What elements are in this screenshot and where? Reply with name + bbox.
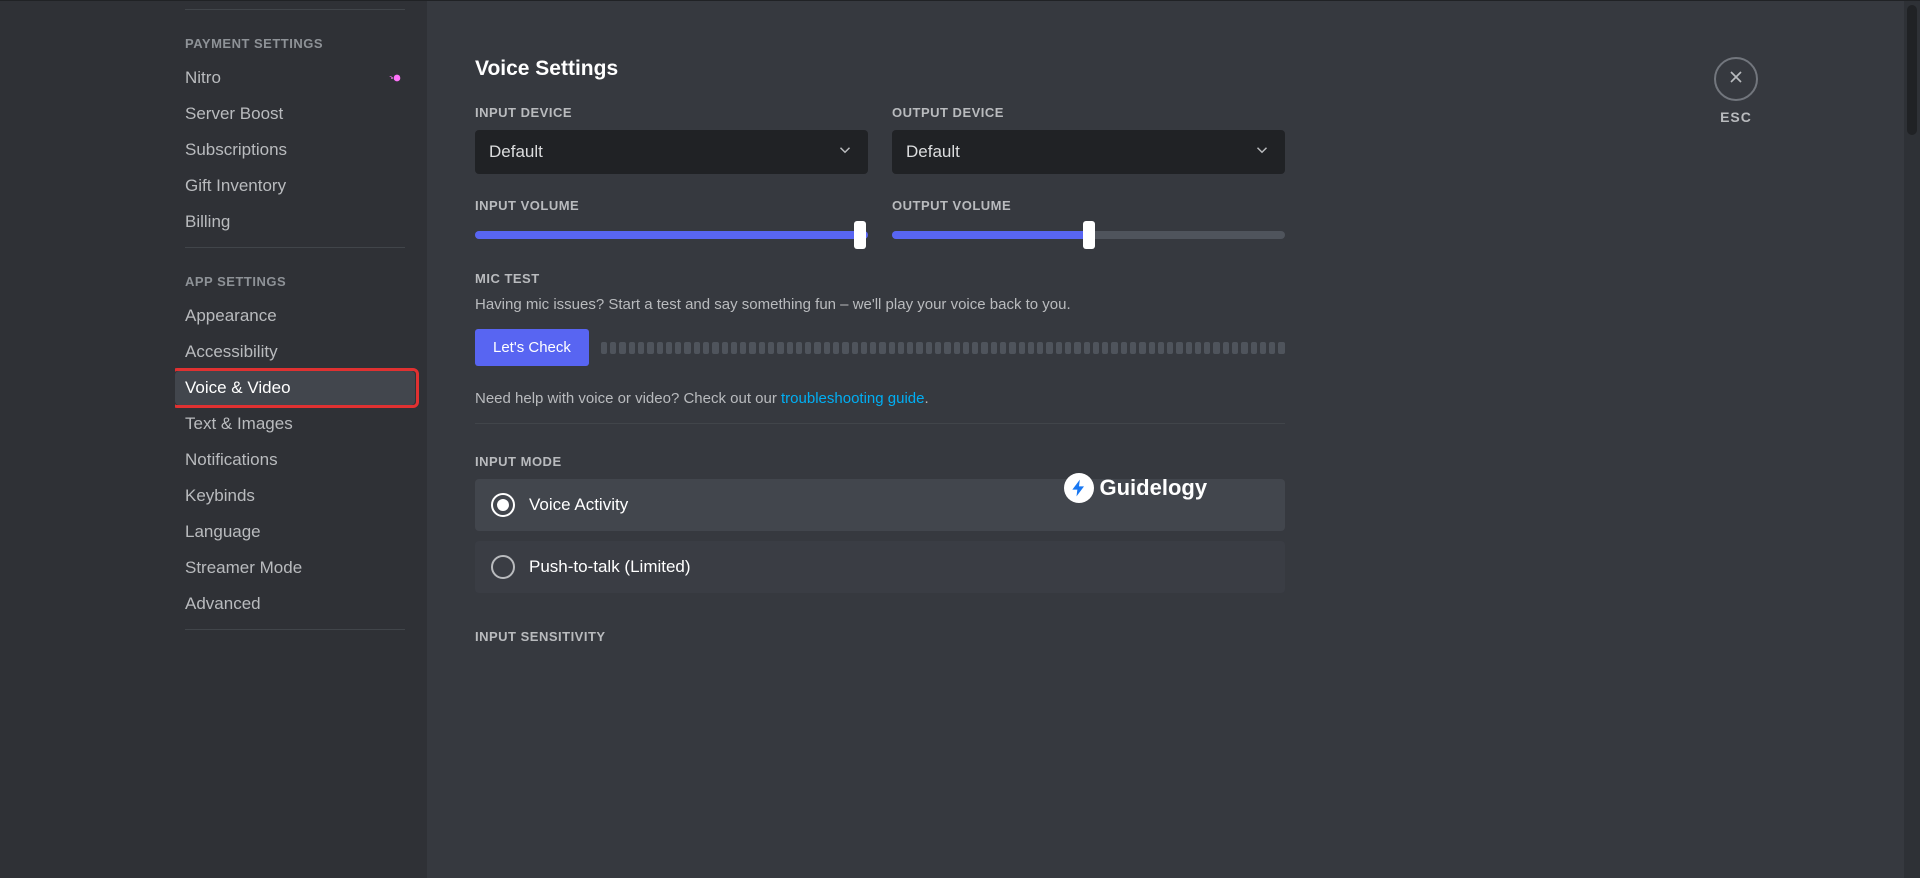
input-device-select[interactable]: Default <box>475 130 868 174</box>
input-mode-header: INPUT MODE <box>475 454 1285 469</box>
sidebar-item-streamer-mode[interactable]: Streamer Mode <box>175 551 415 585</box>
output-volume-slider[interactable] <box>892 223 1285 247</box>
sidebar-item-gift-inventory[interactable]: Gift Inventory <box>175 169 415 203</box>
sidebar-item-label: Keybinds <box>185 486 405 506</box>
sidebar-item-server-boost[interactable]: Server Boost <box>175 97 415 131</box>
sidebar-item-label: Text & Images <box>185 414 405 434</box>
close-label: ESC <box>1720 109 1752 125</box>
mic-test-header: MIC TEST <box>475 271 1285 286</box>
input-mode-push-to-talk[interactable]: Push-to-talk (Limited) <box>475 541 1285 593</box>
help-suffix: . <box>924 390 928 407</box>
sidebar-item-label: Advanced <box>185 594 405 614</box>
radio-unselected-icon <box>491 555 515 579</box>
input-volume-label: INPUT VOLUME <box>475 198 868 213</box>
output-device-value: Default <box>906 142 960 162</box>
troubleshooting-link[interactable]: troubleshooting guide <box>781 390 924 407</box>
output-device-label: OUTPUT DEVICE <box>892 105 1285 120</box>
sidebar-item-advanced[interactable]: Advanced <box>175 587 415 621</box>
settings-sidebar: PAYMENT SETTINGS Nitro Server Boost Subs… <box>175 1 427 878</box>
sidebar-item-language[interactable]: Language <box>175 515 415 549</box>
sidebar-item-text-images[interactable]: Text & Images <box>175 407 415 441</box>
sidebar-item-subscriptions[interactable]: Subscriptions <box>175 133 415 167</box>
sidebar-item-label: Streamer Mode <box>185 558 405 578</box>
chevron-down-icon <box>836 141 854 164</box>
page-title: Voice Settings <box>475 57 1285 81</box>
sidebar-category-app: APP SETTINGS <box>175 256 415 297</box>
radio-label: Push-to-talk (Limited) <box>529 557 691 577</box>
sidebar-item-keybinds[interactable]: Keybinds <box>175 479 415 513</box>
close-icon <box>1726 67 1746 92</box>
help-prefix: Need help with voice or video? Check out… <box>475 390 781 407</box>
settings-content: Voice Settings INPUT DEVICE Default OUTP… <box>427 1 1920 878</box>
sidebar-item-appearance[interactable]: Appearance <box>175 299 415 333</box>
mic-level-meter <box>601 342 1285 354</box>
close-button[interactable]: ESC <box>1714 57 1758 125</box>
sidebar-item-accessibility[interactable]: Accessibility <box>175 335 415 369</box>
sidebar-item-billing[interactable]: Billing <box>175 205 415 239</box>
sidebar-item-voice-video[interactable]: Voice & Video <box>175 371 415 405</box>
lets-check-button[interactable]: Let's Check <box>475 329 589 366</box>
radio-label: Voice Activity <box>529 495 628 515</box>
input-device-value: Default <box>489 142 543 162</box>
nitro-icon <box>389 70 405 86</box>
mic-test-description: Having mic issues? Start a test and say … <box>475 296 1285 313</box>
scrollbar[interactable] <box>1904 1 1920 878</box>
sidebar-item-label: Nitro <box>185 68 389 88</box>
output-device-select[interactable]: Default <box>892 130 1285 174</box>
radio-selected-icon <box>491 493 515 517</box>
input-volume-slider[interactable] <box>475 223 868 247</box>
sidebar-category-payment: PAYMENT SETTINGS <box>175 18 415 59</box>
chevron-down-icon <box>1253 141 1271 164</box>
sidebar-item-label: Billing <box>185 212 405 232</box>
sidebar-item-label: Appearance <box>185 306 405 326</box>
input-sensitivity-header: INPUT SENSITIVITY <box>475 629 1285 644</box>
input-mode-voice-activity[interactable]: Voice Activity <box>475 479 1285 531</box>
sidebar-item-label: Accessibility <box>185 342 405 362</box>
sidebar-item-label: Notifications <box>185 450 405 470</box>
input-device-label: INPUT DEVICE <box>475 105 868 120</box>
sidebar-item-label: Language <box>185 522 405 542</box>
output-volume-label: OUTPUT VOLUME <box>892 198 1285 213</box>
sidebar-item-label: Voice & Video <box>185 378 405 398</box>
help-text: Need help with voice or video? Check out… <box>475 390 1285 407</box>
sidebar-item-label: Subscriptions <box>185 140 405 160</box>
sidebar-item-label: Server Boost <box>185 104 405 124</box>
sidebar-item-notifications[interactable]: Notifications <box>175 443 415 477</box>
sidebar-item-nitro[interactable]: Nitro <box>175 61 415 95</box>
sidebar-item-label: Gift Inventory <box>185 176 405 196</box>
